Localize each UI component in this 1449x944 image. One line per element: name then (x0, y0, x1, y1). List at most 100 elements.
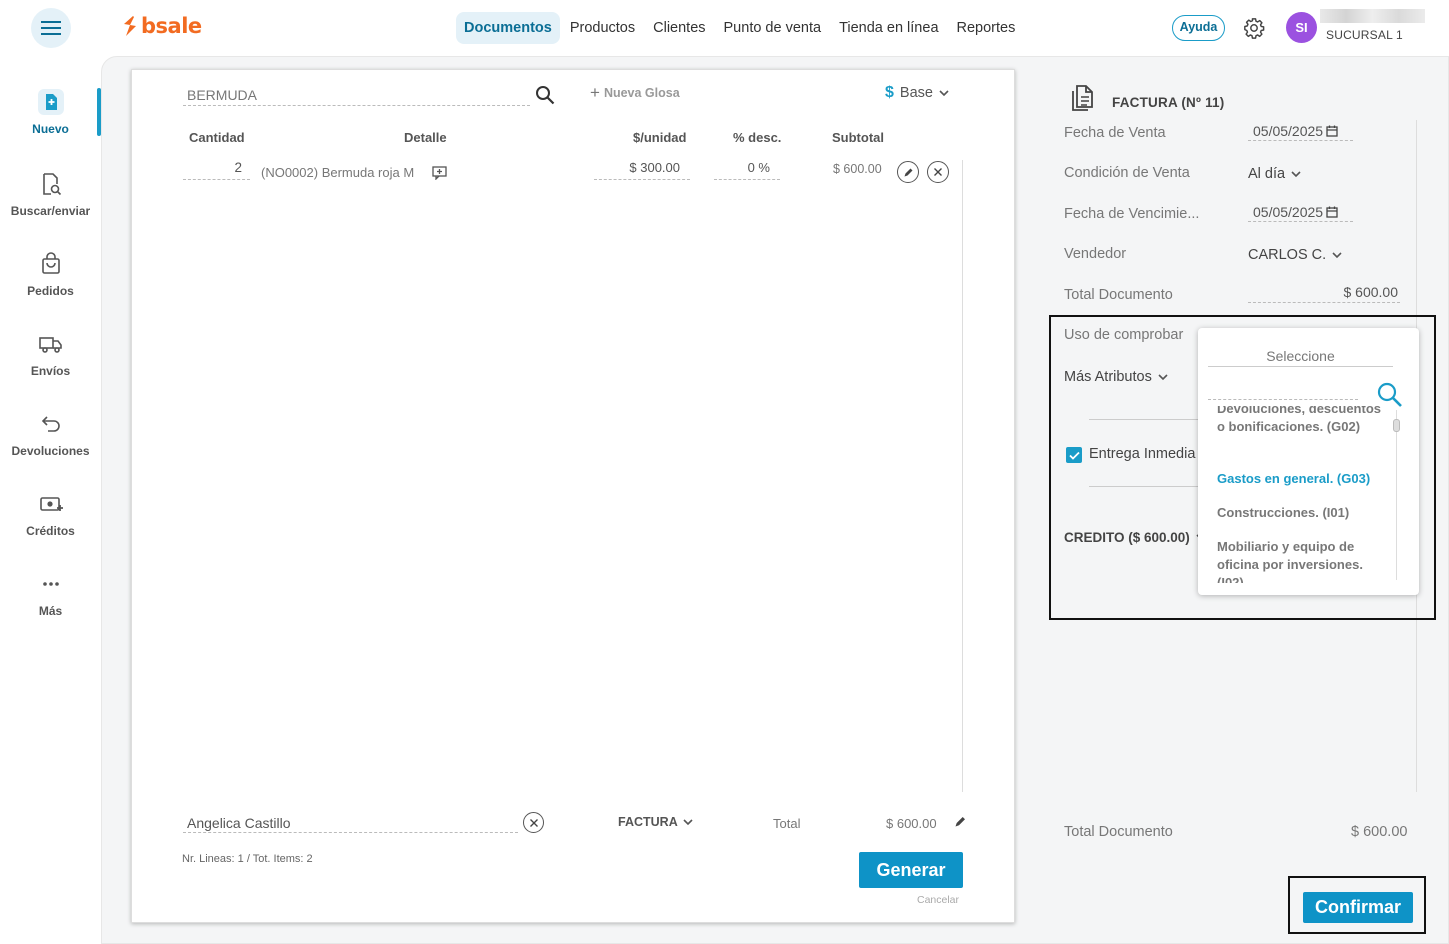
nav-tienda-en-linea[interactable]: Tienda en línea (831, 12, 946, 44)
dropdown-option[interactable]: Mobiliario y equipo de oficina por inver… (1217, 538, 1392, 583)
dropdown-scrollbar-track[interactable] (1396, 410, 1397, 580)
new-gloss-button[interactable]: + Nueva Glosa (590, 83, 680, 102)
table-row: 2 (NO0002) Bermuda roja M $ 300.00 0 % $… (183, 158, 973, 188)
branch-name[interactable]: SUCURSAL 1 (1326, 28, 1403, 42)
seller-select[interactable]: CARLOS C. (1248, 247, 1342, 263)
menu-button[interactable] (31, 8, 71, 48)
dropdown-option[interactable]: Devoluciones, descuentos o bonificacione… (1217, 406, 1392, 436)
dropdown-option-selected[interactable]: Gastos en general. (G03) (1217, 470, 1392, 488)
cash-plus-icon (39, 497, 63, 511)
sale-date-value: 05/05/2025 (1253, 123, 1324, 139)
bolt-logo-icon (124, 16, 136, 36)
divider (1089, 419, 1199, 420)
due-date-value: 05/05/2025 (1253, 204, 1324, 220)
gear-icon[interactable] (1243, 17, 1265, 39)
column-subtotal: Subtotal (832, 130, 884, 145)
sidebar-item-buscar[interactable]: Buscar/enviar (0, 170, 101, 218)
seller-label: Vendedor (1064, 246, 1127, 262)
payment-method-select[interactable]: CREDITO ($ 600.00) (1064, 530, 1206, 545)
main-nav: Documentos Productos Clientes Punto de v… (456, 12, 1025, 44)
pencil-icon[interactable] (954, 815, 967, 828)
dropdown-option[interactable]: Construcciones. (I01) (1217, 504, 1392, 522)
sidebar-item-mas[interactable]: Más (0, 570, 101, 618)
sale-date-input[interactable]: 05/05/2025 (1248, 122, 1353, 141)
chevron-down-icon (683, 818, 693, 825)
brand-logo[interactable]: bsale (122, 14, 202, 38)
pencil-icon (904, 168, 912, 176)
generate-button[interactable]: Generar (859, 852, 963, 888)
due-date-label: Fecha de Vencimie... (1064, 206, 1200, 222)
row-subtotal: $ 600.00 (833, 162, 882, 176)
sidebar-item-label: Nuevo (32, 122, 69, 136)
sidebar-item-nuevo[interactable]: Nuevo (0, 88, 101, 136)
nav-reportes[interactable]: Reportes (949, 12, 1024, 44)
redacted-user-name (1320, 9, 1425, 23)
search-icon[interactable] (1376, 381, 1404, 409)
unit-price-input[interactable]: $ 300.00 (594, 160, 690, 180)
payment-method-value: CREDITO ($ 600.00) (1064, 530, 1190, 545)
sidebar-item-label: Envíos (30, 364, 71, 378)
table-scrollbar-track (962, 160, 963, 792)
help-button[interactable]: Ayuda (1172, 15, 1225, 41)
truck-icon (38, 337, 62, 353)
nav-documentos[interactable]: Documentos (456, 12, 560, 44)
immediate-delivery-label: Entrega Inmedia (1089, 446, 1196, 462)
more-attributes-toggle[interactable]: Más Atributos (1064, 369, 1168, 385)
column-discount: % desc. (733, 130, 782, 145)
more-dots-icon (42, 582, 59, 586)
shopping-bag-icon (41, 252, 60, 274)
seller-value: CARLOS C. (1248, 247, 1327, 263)
column-unit-price: $/unidad (633, 130, 687, 145)
top-bar: bsale Documentos Productos Clientes Punt… (0, 0, 1449, 56)
usage-dropdown: Seleccione Devoluciones, descuentos o bo… (1198, 328, 1419, 595)
new-gloss-label: Nueva Glosa (603, 86, 680, 100)
avatar[interactable]: SI (1286, 12, 1317, 43)
dropdown-options-list: Devoluciones, descuentos o bonificacione… (1198, 406, 1394, 583)
remove-row-button[interactable] (927, 161, 949, 183)
document-type-select[interactable]: FACTURA (618, 815, 693, 829)
lines-info: Nr. Lineas: 1 / Tot. Items: 2 (182, 853, 313, 865)
return-arrow-icon (41, 416, 60, 432)
document-editor (131, 69, 1015, 923)
check-icon (1068, 451, 1080, 460)
price-list-select[interactable]: $ Base (885, 84, 949, 102)
nav-productos[interactable]: Productos (562, 12, 643, 44)
sidebar-item-envios[interactable]: Envíos (0, 330, 101, 378)
hamburger-icon (41, 21, 61, 35)
total-document-label: Total Documento (1064, 287, 1173, 303)
more-attributes-label: Más Atributos (1064, 369, 1152, 385)
quantity-input[interactable]: 2 (183, 160, 250, 180)
total-label: Total (773, 816, 801, 831)
clear-client-button[interactable] (523, 812, 544, 833)
add-comment-icon[interactable] (432, 166, 447, 180)
chevron-down-icon (1332, 251, 1342, 258)
total-document-value: $ 600.00 (1248, 284, 1400, 303)
sidebar-item-label: Más (38, 604, 63, 618)
dropdown-search-input[interactable] (1208, 385, 1358, 400)
edit-row-button[interactable] (897, 161, 919, 183)
dropdown-placeholder[interactable]: Seleccione (1208, 348, 1393, 367)
sidebar-item-creditos[interactable]: Créditos (0, 490, 101, 538)
nav-punto-de-venta[interactable]: Punto de venta (716, 12, 830, 44)
immediate-delivery-checkbox[interactable] (1066, 447, 1082, 463)
condition-select[interactable]: Al día (1248, 166, 1301, 182)
plus-icon: + (590, 83, 600, 102)
sale-date-label: Fecha de Venta (1064, 125, 1166, 141)
document-type-value: FACTURA (618, 815, 678, 829)
calendar-icon (1326, 125, 1338, 137)
nav-clientes[interactable]: Clientes (645, 12, 713, 44)
sidebar-item-devoluciones[interactable]: Devoluciones (0, 410, 101, 458)
search-icon[interactable] (534, 84, 556, 106)
sidebar-item-pedidos[interactable]: Pedidos (0, 250, 101, 298)
divider (1089, 486, 1199, 487)
product-search-input[interactable]: BERMUDA (183, 84, 530, 106)
close-icon (934, 168, 942, 176)
due-date-input[interactable]: 05/05/2025 (1248, 203, 1353, 222)
column-detalle: Detalle (404, 130, 447, 145)
confirm-button[interactable]: Confirmar (1303, 892, 1413, 923)
client-input[interactable]: Angelica Castillo (183, 812, 518, 833)
sidebar-item-label: Devoluciones (11, 444, 90, 458)
cancel-link[interactable]: Cancelar (917, 894, 959, 906)
dropdown-scrollbar-thumb[interactable] (1393, 419, 1400, 432)
condition-label: Condición de Venta (1064, 165, 1190, 181)
